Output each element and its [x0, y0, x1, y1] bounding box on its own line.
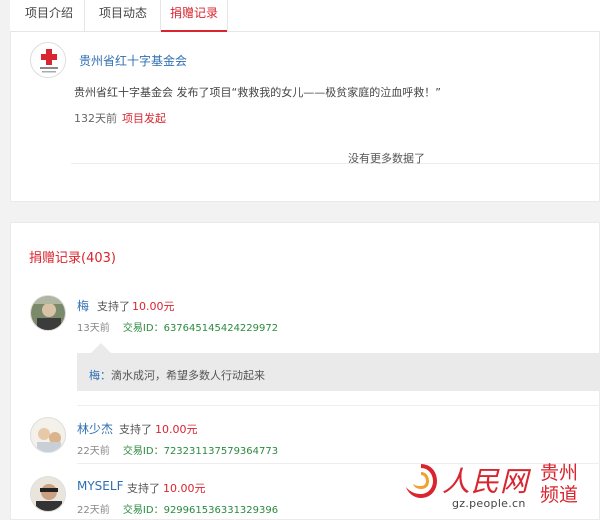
comment-text: 梅：滴水成河，希望多数人行动起来	[89, 367, 265, 383]
watermark-logo-text: 人民网	[442, 465, 530, 498]
tab-divider	[227, 0, 228, 32]
project-update-card: 贵州省红十字基金会 贵州省红十字基金会 发布了项目“救救我的女儿——极贫家庭的泣…	[10, 32, 600, 202]
tab-project-news[interactable]: 项目动态	[96, 0, 150, 32]
watermark-url: gz.people.cn	[452, 497, 526, 510]
donation-meta: 22天前 交易ID：929961536331329396	[77, 501, 278, 516]
tx-label: 交易ID：	[122, 323, 164, 334]
update-time: 132天前	[74, 112, 117, 125]
records-title: 捐赠记录(403)	[29, 251, 116, 266]
tab-donation-records[interactable]: 捐赠记录	[161, 0, 227, 32]
update-tag: 项目发起	[122, 112, 166, 125]
no-more-data: 没有更多数据了	[348, 152, 425, 165]
donation-amount: 10.00元	[155, 423, 198, 436]
donor-avatar[interactable]	[30, 295, 66, 331]
support-label: 支持了	[119, 423, 152, 436]
donor-name[interactable]: 梅	[77, 297, 89, 314]
tab-project-intro[interactable]: 项目介绍	[22, 0, 76, 32]
comment-pointer	[91, 343, 111, 353]
tab-bar: 项目介绍 项目动态 捐赠记录	[10, 0, 600, 32]
tx-label: 交易ID：	[122, 446, 164, 457]
donor-name[interactable]: MYSELF	[77, 479, 123, 493]
row-divider	[77, 405, 600, 406]
donation-meta: 13天前 交易ID：637645145424229972	[77, 319, 278, 334]
tx-id: 929961536331329396	[163, 505, 279, 516]
donation-amount: 10.00元	[163, 482, 206, 495]
donation-time: 22天前	[77, 505, 110, 516]
tab-divider	[84, 0, 85, 32]
red-cross-logo-icon[interactable]	[30, 42, 66, 78]
tx-id: 723231137579364773	[163, 446, 279, 457]
people-daily-logo-icon	[406, 464, 437, 498]
donor-name[interactable]: 林少杰	[77, 420, 113, 437]
org-name-link[interactable]: 贵州省红十字基金会	[79, 52, 187, 69]
donation-time: 13天前	[77, 323, 110, 334]
tx-label: 交易ID：	[122, 505, 164, 516]
donation-meta: 22天前 交易ID：723231137579364773	[77, 442, 278, 457]
support-label: 支持了	[127, 482, 160, 495]
comment-body: 滴水成河，希望多数人行动起来	[111, 369, 265, 382]
support-label: 支持了	[97, 300, 130, 313]
donor-avatar[interactable]	[30, 417, 66, 453]
tx-id: 637645145424229972	[163, 323, 279, 334]
update-text: 贵州省红十字基金会 发布了项目“救救我的女儿——极贫家庭的泣血呼救！”	[74, 86, 441, 99]
donor-avatar[interactable]	[30, 476, 66, 512]
donation-amount: 10.00元	[132, 300, 175, 313]
comment-author[interactable]: 梅：	[89, 369, 111, 382]
donation-time: 22天前	[77, 446, 110, 457]
watermark-region: 贵州频道	[540, 462, 579, 506]
